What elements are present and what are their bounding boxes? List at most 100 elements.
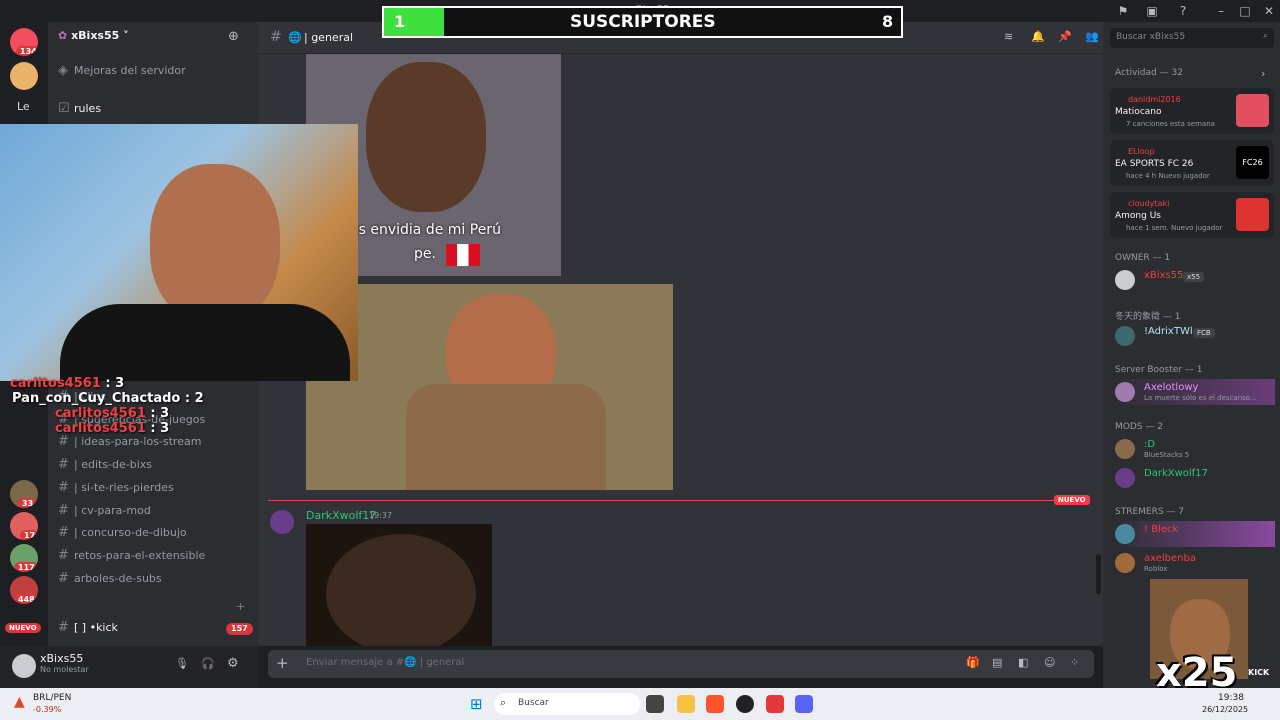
meme-image[interactable]: [306, 284, 673, 490]
pin-icon[interactable]: 📌: [1058, 30, 1072, 43]
chevron-right-icon[interactable]: ›: [1261, 67, 1265, 80]
chat-overlay: carlitos4561 : 3 Pan_con_Cuy_Chactado : …: [10, 376, 204, 436]
server-name[interactable]: ✿ xBixs55 ˅: [58, 29, 129, 42]
app-icon[interactable]: [766, 695, 784, 713]
apps-icon[interactable]: ⁘: [1070, 656, 1079, 669]
among-us-icon: [1236, 198, 1269, 231]
new-messages-pill[interactable]: NUEVO: [5, 623, 41, 633]
server-initials[interactable]: Le: [17, 100, 30, 113]
minimize-button[interactable]: –: [1212, 2, 1230, 20]
server-badge-icon: ✿: [58, 29, 68, 42]
avatar[interactable]: [270, 510, 294, 534]
clock-time[interactable]: 19:38: [1218, 693, 1244, 703]
settings-icon[interactable]: ⚙: [227, 656, 239, 671]
emoji-icon[interactable]: ☺: [1044, 656, 1055, 669]
activity-detail: hace 4 h Nuevo jugador: [1126, 172, 1210, 180]
sticker-icon[interactable]: ◧: [1018, 656, 1028, 669]
members-icon[interactable]: 👥: [1085, 30, 1099, 43]
new-divider: [268, 500, 1058, 501]
avatar: [1115, 326, 1135, 346]
subscriber-goal-bar: 1 SUSCRIPTORES 8: [382, 6, 903, 38]
message-input[interactable]: Enviar mensaje a #🌐 | general: [306, 657, 464, 668]
headphones-icon[interactable]: 🎧: [201, 657, 215, 670]
shirt-shape: [406, 384, 606, 490]
gif-icon[interactable]: ▤: [992, 656, 1002, 669]
server-icon[interactable]: [10, 62, 38, 90]
streamer-face: [150, 164, 280, 324]
channel-item[interactable]: # retos-para-el-extensible: [58, 545, 205, 567]
face-shape: [326, 534, 476, 646]
member-item[interactable]: Axelotlowy La muerte sólo es el descanso.…: [1115, 379, 1275, 405]
user-panel: xBixs55 No molestar 🎙 🎧 ⚙: [0, 646, 258, 688]
folder-icon[interactable]: [677, 695, 695, 713]
avatar: [1115, 553, 1135, 573]
channel-item[interactable]: # | cv-para-mod: [58, 500, 151, 522]
activity-card[interactable]: danidmi2016 Matiocano 7 canciones esta s…: [1110, 88, 1274, 134]
channel-item[interactable]: # | si-te-ries-pierdes: [58, 477, 174, 499]
server-icon[interactable]: 134: [10, 28, 38, 56]
kick-label: KICK: [1248, 668, 1270, 677]
server-icon[interactable]: 33: [10, 480, 38, 508]
windows-icon[interactable]: ⊞: [470, 695, 483, 713]
channel-rules[interactable]: ☑ rules: [58, 98, 101, 120]
new-badge: NUEVO: [1054, 495, 1090, 505]
activity-card[interactable]: cloudytaki Among Us hace 1 sem. Nuevo ju…: [1110, 192, 1274, 238]
add-channel-icon[interactable]: +: [236, 600, 245, 613]
boost-item[interactable]: ◈ Mejoras del servidor: [58, 60, 186, 82]
search-icon: ⌕: [500, 696, 507, 709]
taskbar-search[interactable]: ⌕ Buscar: [494, 693, 640, 715]
discord-icon[interactable]: [795, 695, 813, 713]
threads-icon[interactable]: ≋: [1004, 30, 1013, 43]
section-header: Server Booster — 1: [1115, 365, 1203, 375]
activity-card[interactable]: ELloop EA SPORTS FC 26 hace 4 h Nuevo ju…: [1110, 140, 1274, 186]
server-icon[interactable]: 448: [10, 576, 38, 604]
add-attachment-icon[interactable]: +: [276, 654, 289, 672]
help-icon[interactable]: ?: [1174, 2, 1192, 20]
subs-goal: 8: [882, 12, 894, 31]
inbox-icon[interactable]: ⚑: [1114, 2, 1132, 20]
member-item[interactable]: ! Bleck: [1115, 521, 1275, 547]
section-header: MODS — 2: [1115, 422, 1163, 432]
boost-icon: ◈: [58, 63, 68, 78]
message-image[interactable]: [306, 524, 492, 646]
section-header: OWNER — 1: [1115, 253, 1171, 263]
activity-user: ELloop: [1128, 147, 1155, 156]
maximize-button[interactable]: □: [1236, 2, 1254, 20]
add-user-icon[interactable]: ⊕: [228, 29, 239, 44]
user-name: xBixs55: [40, 652, 84, 665]
obs-icon[interactable]: [736, 695, 754, 713]
screen-icon[interactable]: ▣: [1143, 2, 1161, 20]
clock-date[interactable]: 26/12/2025: [1202, 705, 1248, 714]
globe-icon: 🌐: [288, 31, 302, 44]
microphone-icon[interactable]: 🎙: [175, 657, 189, 670]
avatar: [1115, 524, 1135, 544]
message-author[interactable]: DarkXwolf17: [306, 509, 376, 522]
server-icon[interactable]: 17: [10, 512, 38, 540]
avatar[interactable]: [12, 654, 36, 678]
rules-icon: ☑: [58, 101, 70, 116]
channel-item[interactable]: # arboles-de-subs: [58, 568, 162, 590]
activity-art: [1236, 94, 1269, 127]
channel-item[interactable]: # | concurso-de-dibujo: [58, 522, 187, 544]
currency-pair[interactable]: BRL/PEN: [33, 693, 71, 703]
server-icon[interactable]: 117: [10, 544, 38, 572]
hash-icon: #: [270, 29, 282, 45]
member-tag: x55: [1183, 272, 1205, 282]
gift-icon[interactable]: 🎁: [966, 656, 980, 669]
search-input[interactable]: Buscar xBixs55 ⌕: [1110, 28, 1274, 48]
avatar: [1115, 270, 1135, 290]
brave-icon[interactable]: [706, 695, 724, 713]
peru-flag-icon: [446, 244, 480, 266]
channel-item[interactable]: # | edits-de-bixs: [58, 454, 152, 476]
task-view-icon[interactable]: [646, 695, 664, 713]
scrollbar[interactable]: [1096, 554, 1101, 594]
section-header: STREMERS — 7: [1115, 507, 1185, 517]
bell-icon[interactable]: 🔔: [1031, 30, 1045, 43]
activity-title: Matiocano: [1115, 107, 1162, 117]
stock-icon: ▲: [14, 694, 25, 710]
channel-kick[interactable]: #[ ] •kick: [58, 617, 118, 639]
face-shape: [366, 62, 486, 212]
goal-progress-fill: [384, 8, 444, 36]
message-composer[interactable]: + Enviar mensaje a #🌐 | general 🎁 ▤ ◧ ☺ …: [268, 650, 1094, 678]
close-button[interactable]: ✕: [1260, 2, 1278, 20]
